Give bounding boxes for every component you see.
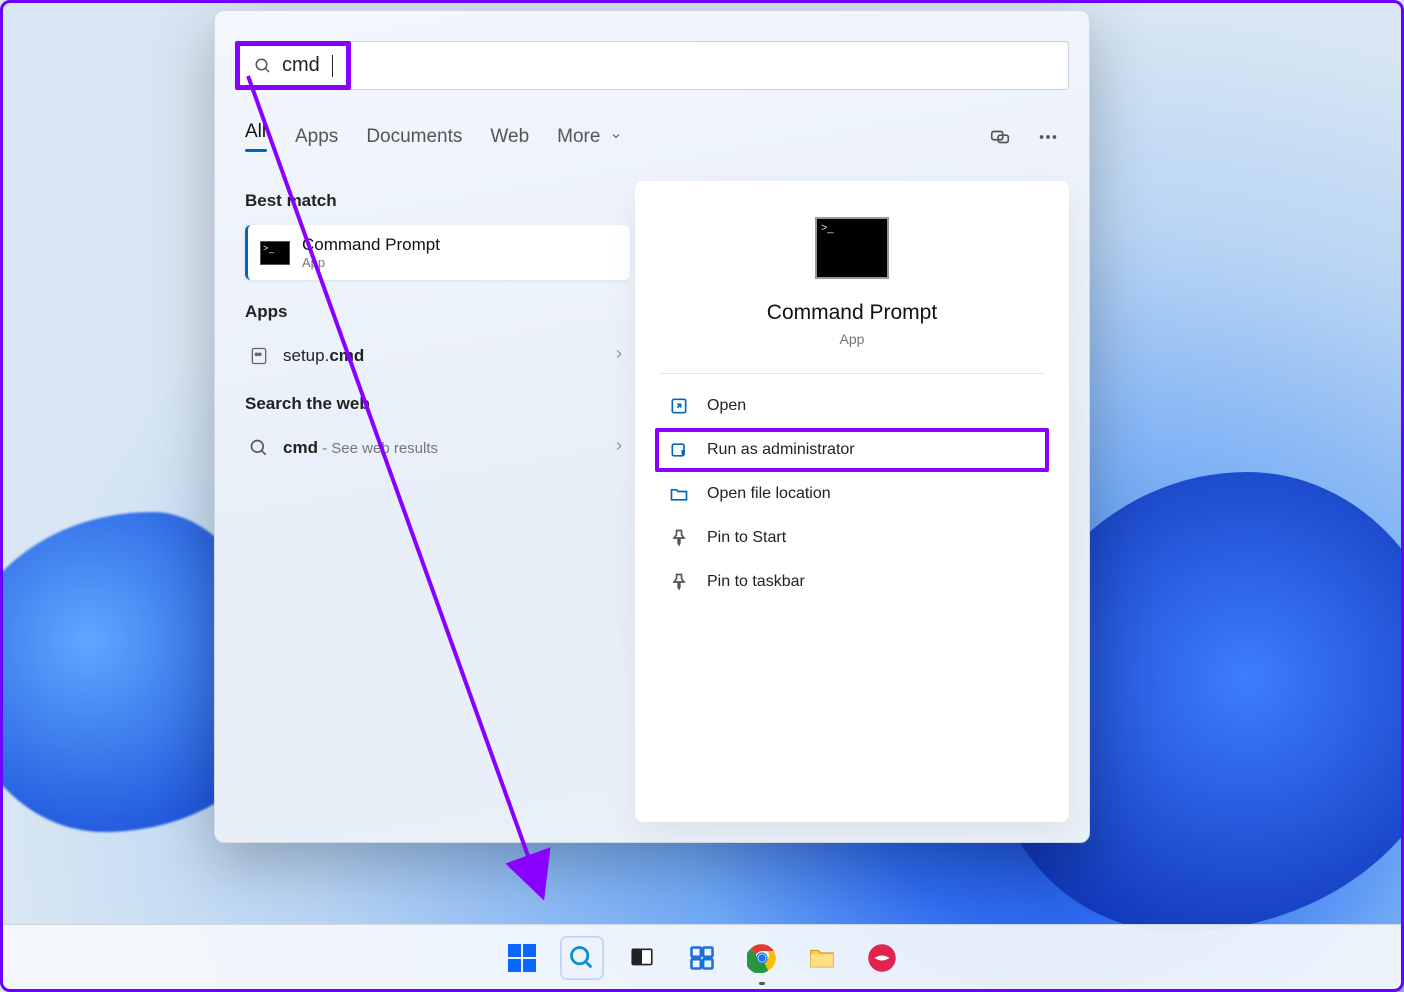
section-best-match: Best match <box>245 191 630 211</box>
taskbar-search-button[interactable] <box>561 937 603 979</box>
chrome-icon <box>747 943 777 973</box>
tab-web[interactable]: Web <box>490 126 529 154</box>
action-pin-to-start[interactable]: Pin to Start <box>655 516 1049 560</box>
command-prompt-icon <box>260 241 290 265</box>
taskbar-file-explorer[interactable] <box>801 937 843 979</box>
web-result-label: cmd - See web results <box>283 438 438 458</box>
search-bar <box>235 41 1069 90</box>
tab-documents[interactable]: Documents <box>366 126 462 154</box>
taskbar-app-pink[interactable] <box>861 937 903 979</box>
search-icon <box>249 438 269 458</box>
details-panel: Command Prompt App Open Run as administr… <box>635 181 1069 822</box>
action-open-label: Open <box>707 397 746 415</box>
command-prompt-large-icon <box>815 217 889 279</box>
start-search-panel: All Apps Documents Web More Best match C… <box>214 10 1090 843</box>
pin-icon <box>669 528 689 548</box>
chevron-right-icon <box>612 439 626 458</box>
action-pin-start-label: Pin to Start <box>707 529 786 547</box>
action-open-loc-label: Open file location <box>707 485 831 503</box>
search-input-highlight <box>235 41 351 90</box>
file-icon <box>249 346 269 366</box>
taskbar-chrome[interactable] <box>741 937 783 979</box>
section-apps: Apps <box>245 302 630 322</box>
text-cursor <box>332 55 333 77</box>
chevron-down-icon <box>610 130 622 142</box>
widgets-icon <box>688 944 716 972</box>
tab-more[interactable]: More <box>557 126 622 154</box>
action-pin-to-taskbar[interactable]: Pin to taskbar <box>655 560 1049 604</box>
details-title: Command Prompt <box>655 301 1049 325</box>
section-search-web: Search the web <box>245 394 630 414</box>
results-left-column: Best match Command Prompt App Apps setup… <box>245 191 630 468</box>
app-pink-icon <box>867 943 897 973</box>
tab-all[interactable]: All <box>245 121 267 158</box>
task-view-icon <box>629 945 655 971</box>
app-result-setup-cmd[interactable]: setup.cmd <box>245 336 630 376</box>
folder-icon <box>669 484 689 504</box>
search-header-icons <box>989 126 1059 153</box>
best-match-subtitle: App <box>302 255 440 270</box>
details-subtitle: App <box>655 331 1049 347</box>
folder-icon <box>807 943 837 973</box>
divider <box>659 373 1045 374</box>
windows-logo-icon <box>508 944 536 972</box>
web-result-cmd[interactable]: cmd - See web results <box>245 428 630 468</box>
widgets-button[interactable] <box>681 937 723 979</box>
best-match-title: Command Prompt <box>302 235 440 255</box>
more-options-icon[interactable] <box>1037 126 1059 153</box>
pin-icon <box>669 572 689 592</box>
action-open[interactable]: Open <box>655 384 1049 428</box>
search-input[interactable] <box>272 54 332 77</box>
task-view-button[interactable] <box>621 937 663 979</box>
filter-tabs: All Apps Documents Web More <box>245 121 622 158</box>
start-button[interactable] <box>501 937 543 979</box>
search-icon <box>254 57 272 75</box>
shield-admin-icon <box>669 440 689 460</box>
chat-icon[interactable] <box>989 126 1011 153</box>
open-icon <box>669 396 689 416</box>
tab-apps[interactable]: Apps <box>295 126 338 154</box>
action-run-as-administrator[interactable]: Run as administrator <box>655 428 1049 472</box>
taskbar <box>2 924 1402 990</box>
action-open-file-location[interactable]: Open file location <box>655 472 1049 516</box>
chevron-right-icon <box>612 347 626 366</box>
best-match-item[interactable]: Command Prompt App <box>245 225 630 280</box>
search-icon <box>568 944 596 972</box>
tab-more-label: More <box>557 126 600 147</box>
action-run-admin-label: Run as administrator <box>707 441 855 459</box>
app-result-label: setup.cmd <box>283 346 364 366</box>
action-pin-taskbar-label: Pin to taskbar <box>707 573 805 591</box>
search-input-extension[interactable] <box>351 41 1069 90</box>
